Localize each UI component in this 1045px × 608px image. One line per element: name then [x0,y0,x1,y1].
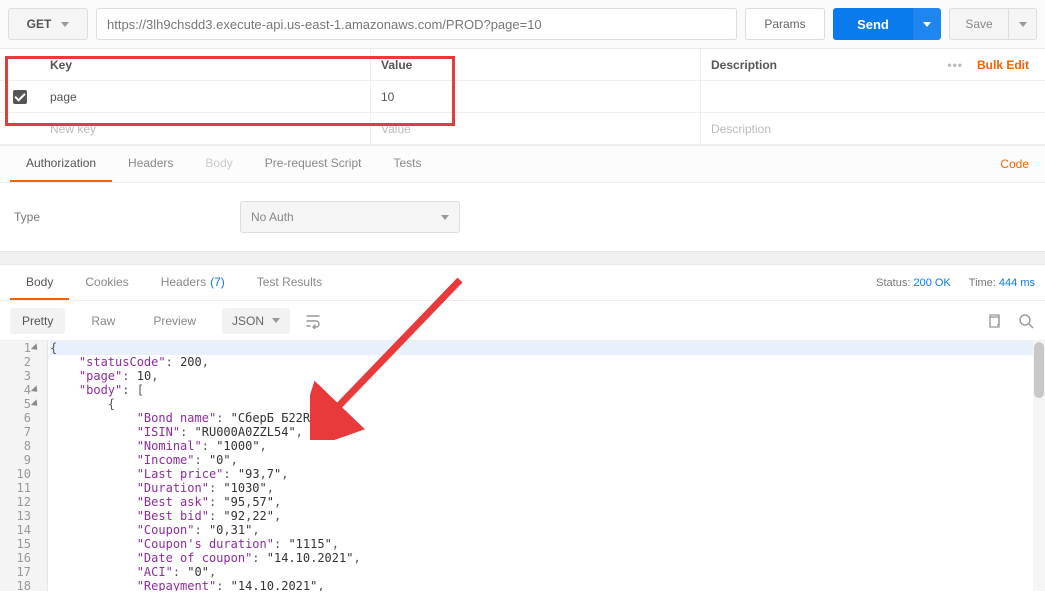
wrap-icon[interactable] [304,312,322,330]
resp-tab-cookies[interactable]: Cookies [69,265,144,300]
view-preview[interactable]: Preview [141,308,208,334]
auth-type-select[interactable]: No Auth [240,201,460,233]
new-key-input[interactable]: New key [40,113,370,144]
chevron-down-icon [441,215,449,220]
param-key[interactable]: page [40,81,370,112]
response-viewbar: Pretty Raw Preview JSON [0,301,1045,341]
status-value: 200 OK [913,277,950,289]
send-button[interactable]: Send [833,8,913,40]
resp-tab-testresults[interactable]: Test Results [241,265,338,300]
time-label: Time: [969,277,996,289]
search-icon[interactable] [1017,312,1035,330]
bulk-edit-link[interactable]: Bulk Edit [977,58,1029,72]
scrollbar[interactable] [1033,341,1045,591]
param-placeholder-row: New key Value Description [0,113,1045,145]
save-dropdown[interactable] [1009,8,1037,40]
url-input[interactable]: https://3lh9chsdd3.execute-api.us-east-1… [96,8,737,40]
status-label: Status: [876,277,910,289]
auth-type-label: Type [10,210,40,224]
tab-prerequest[interactable]: Pre-request Script [249,146,378,182]
chevron-down-icon [1019,22,1027,27]
request-bar: GET https://3lh9chsdd3.execute-api.us-ea… [0,0,1045,49]
resp-headers-count: (7) [210,275,225,289]
language-value: JSON [232,314,264,328]
chevron-down-icon [923,22,931,27]
new-description-input[interactable]: Description [700,113,935,144]
params-header-row: Key Value Description ••• Bulk Edit [0,49,1045,81]
params-button[interactable]: Params [745,8,825,40]
tab-authorization[interactable]: Authorization [10,146,112,182]
param-description[interactable] [700,81,935,112]
response-body-viewer[interactable]: 123456789101112131415161718 { "statusCod… [0,341,1045,591]
tab-headers[interactable]: Headers [112,146,189,182]
more-icon[interactable]: ••• [947,58,963,72]
language-select[interactable]: JSON [222,308,290,334]
scrollbar-thumb[interactable] [1034,342,1044,398]
time-value: 444 ms [999,277,1035,289]
col-key: Key [40,49,370,80]
response-tabs: Body Cookies Headers (7) Test Results St… [0,265,1045,301]
request-tabs: Authorization Headers Body Pre-request S… [0,145,1045,183]
auth-section: Type No Auth [0,183,1045,251]
method-selector[interactable]: GET [8,8,88,40]
save-button[interactable]: Save [949,8,1009,40]
method-label: GET [27,17,52,31]
resp-headers-label: Headers [161,275,206,289]
chevron-down-icon [61,22,69,27]
tab-body[interactable]: Body [189,146,248,182]
param-value[interactable]: 10 [370,81,700,112]
col-value: Value [370,49,700,80]
send-dropdown[interactable] [913,8,941,40]
send-group: Send [833,8,941,40]
resp-tab-headers[interactable]: Headers (7) [145,265,241,300]
response-divider [0,251,1045,265]
col-description: Description [700,49,935,80]
line-gutter: 123456789101112131415161718 [0,341,48,591]
status-area: Status: 200 OK Time: 444 ms [876,277,1035,289]
tab-tests[interactable]: Tests [377,146,437,182]
checkbox-icon[interactable] [13,90,27,104]
view-raw[interactable]: Raw [79,308,127,334]
new-value-input[interactable]: Value [370,113,700,144]
params-table: Key Value Description ••• Bulk Edit page… [0,49,1045,145]
view-pretty[interactable]: Pretty [10,308,65,334]
copy-icon[interactable] [985,312,1003,330]
code-link[interactable]: Code [1000,157,1035,171]
param-row: page 10 [0,81,1045,113]
auth-type-value: No Auth [251,210,294,224]
chevron-down-icon [272,318,280,323]
code-content[interactable]: { "statusCode": 200, "page": 10, "body":… [48,341,1045,591]
resp-tab-body[interactable]: Body [10,265,69,300]
